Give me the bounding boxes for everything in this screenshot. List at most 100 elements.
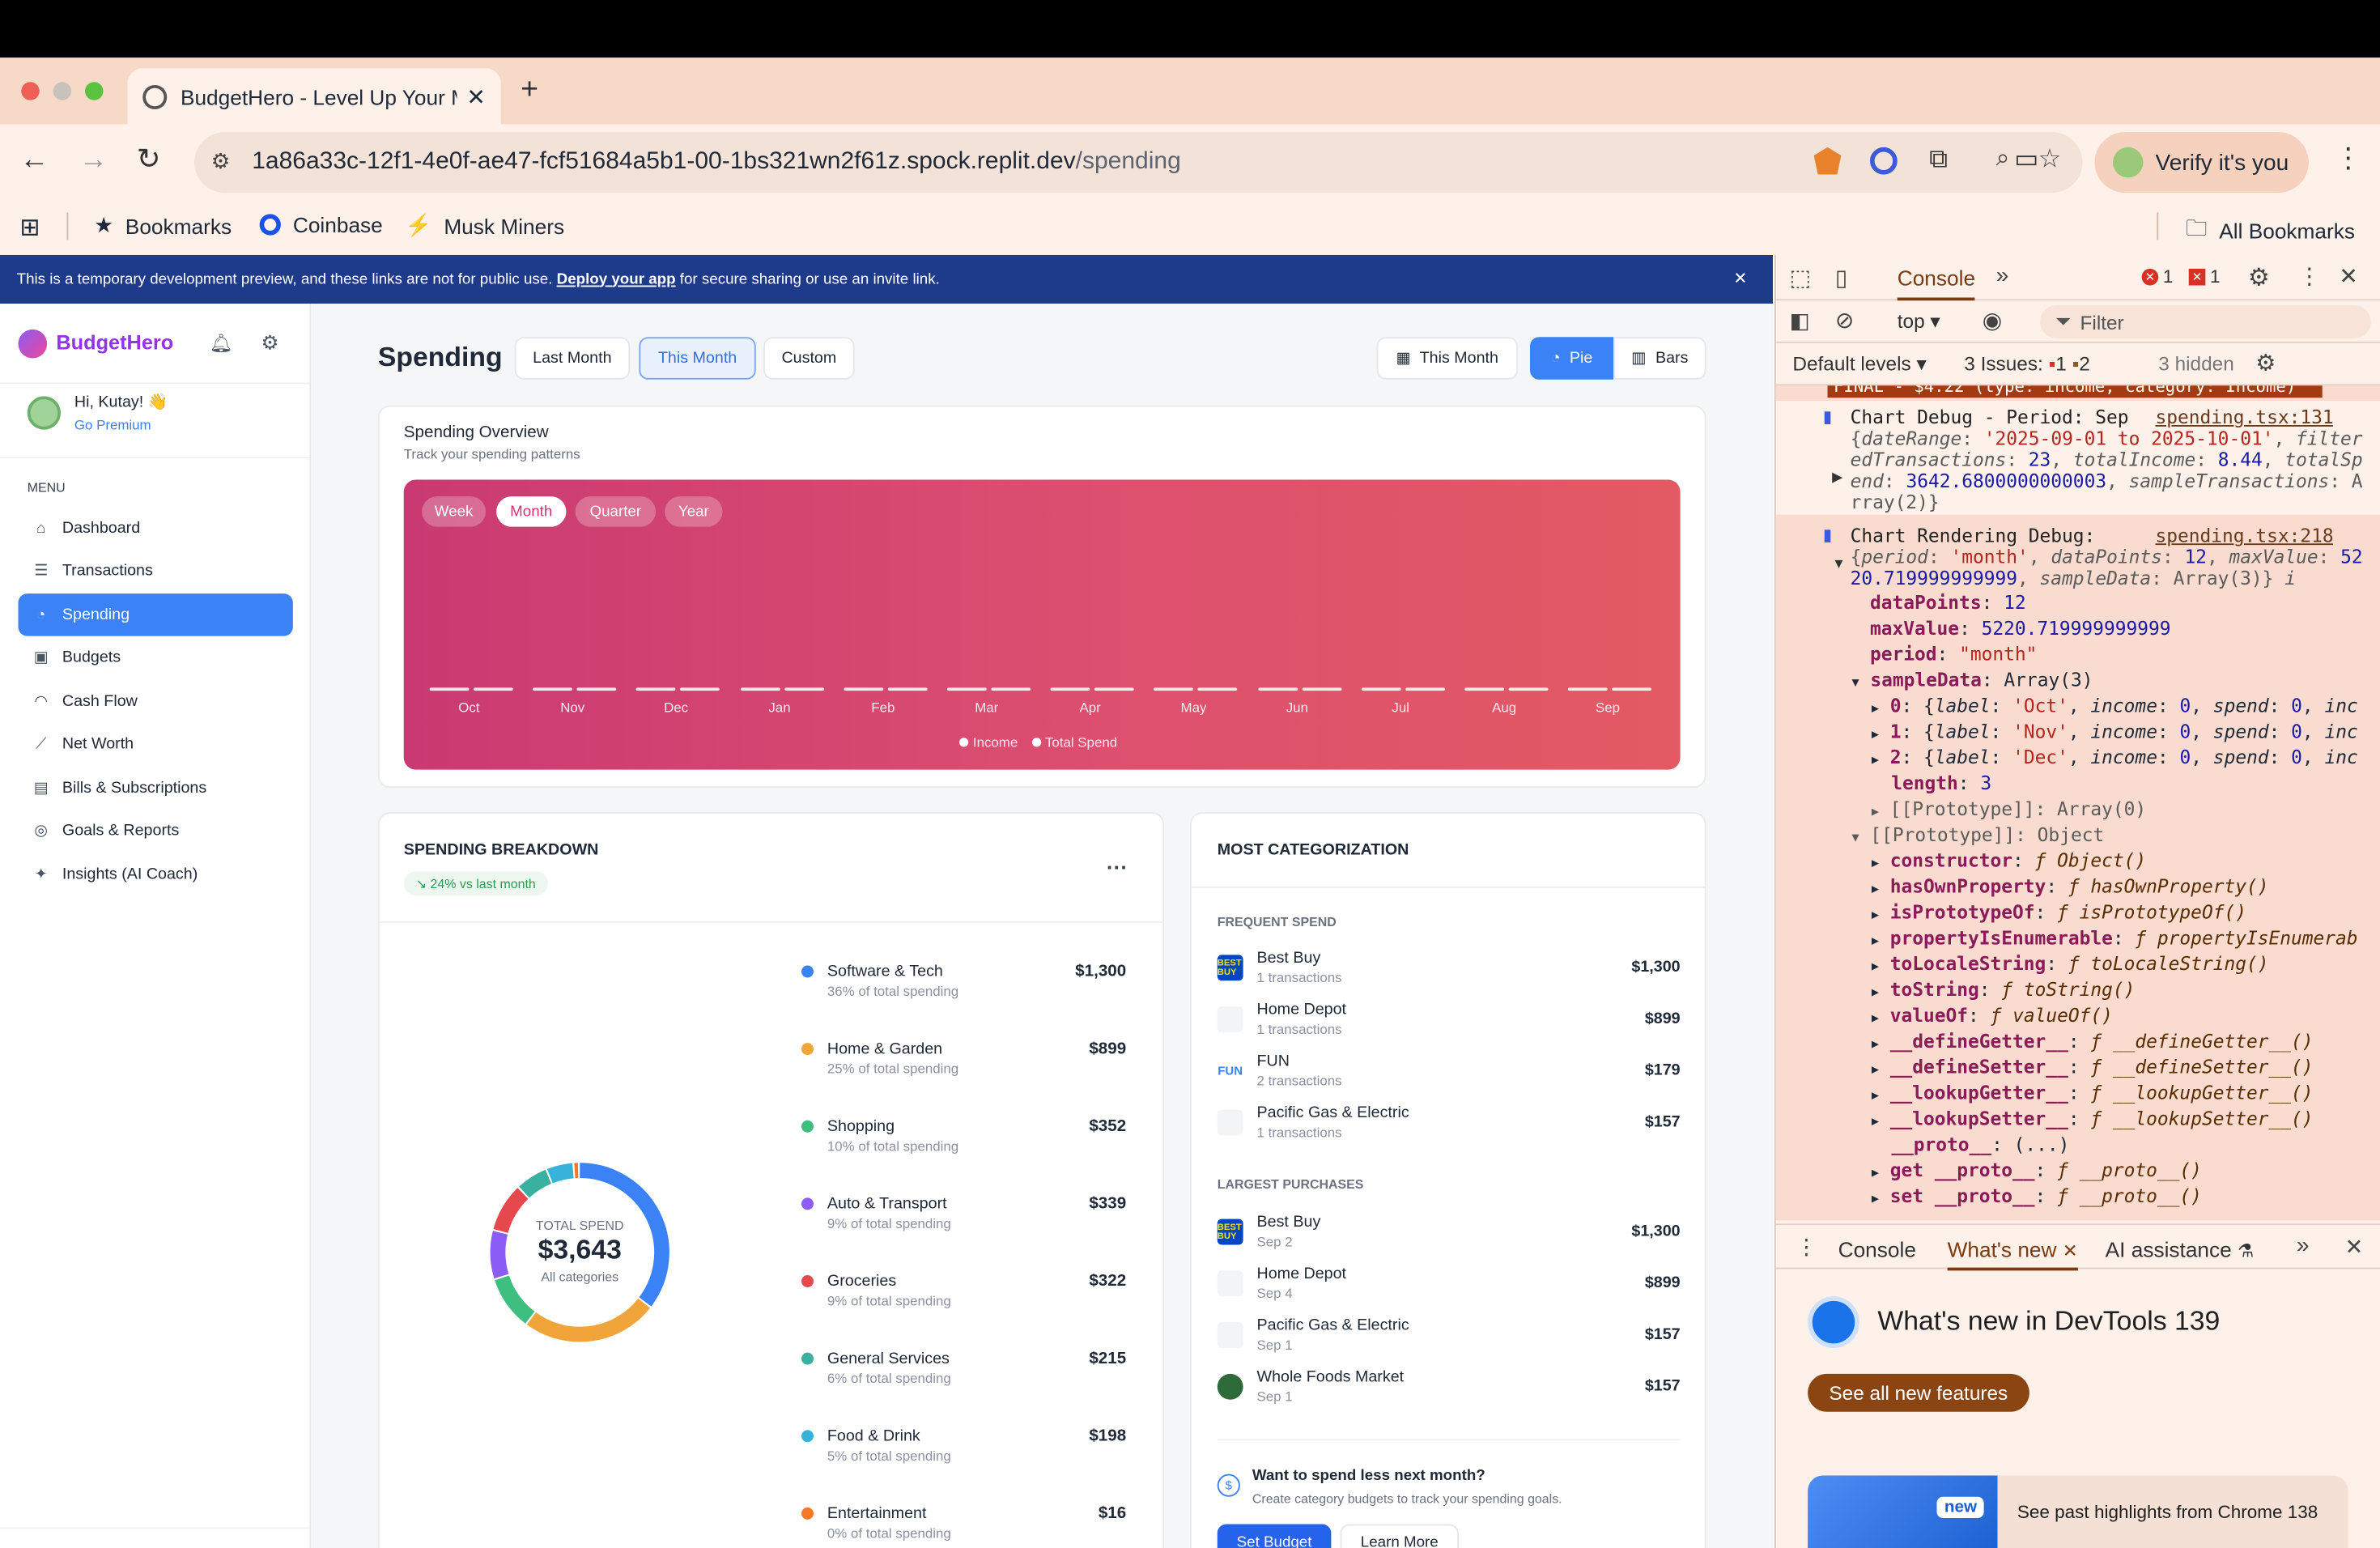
- proto-hasownproperty[interactable]: ▶ hasOwnProperty: ƒ hasOwnProperty(): [1872, 876, 2269, 897]
- browser-tab[interactable]: BudgetHero - Level Up Your M ✕: [127, 68, 501, 125]
- merchant-row[interactable]: Home Depot 1 transactions $899: [1217, 1001, 1681, 1040]
- purchase-row[interactable]: Home Depot Sep 4 $899: [1217, 1265, 1681, 1304]
- bar-income-jul[interactable]: [1361, 687, 1401, 691]
- bar-spend-oct[interactable]: [474, 687, 513, 691]
- bar-income-mar[interactable]: [947, 687, 987, 691]
- list-item[interactable]: Auto & Transport 9% of total spending $339: [801, 1195, 1126, 1235]
- levels-select[interactable]: Default levels ▾: [1792, 352, 1926, 376]
- donut-slice-1[interactable]: [526, 1298, 651, 1342]
- proto-valueof[interactable]: ▶ valueOf: ƒ valueOf(): [1872, 1005, 2113, 1026]
- list-item[interactable]: Software & Tech 36% of total spending $1,3…: [801, 963, 1126, 1002]
- list-item[interactable]: Food & Drink 5% of total spending $198: [801, 1427, 1126, 1467]
- clear-console-icon[interactable]: ⊘: [1835, 307, 1855, 334]
- set-budget-button[interactable]: Set Budget: [1217, 1524, 1332, 1548]
- proto-propertyisenumerable[interactable]: ▶ propertyIsEnumerable: ƒ propertyIsEnum…: [1872, 928, 2373, 949]
- proto-get-proto[interactable]: ▶ get __proto__: ƒ __proto__(): [1872, 1160, 2202, 1181]
- close-tab-icon[interactable]: ✕: [2063, 1240, 2078, 1261]
- array-prototype[interactable]: ▶ [[Prototype]]: Array(0): [1872, 798, 2146, 819]
- address-bar[interactable]: ⚙ 1a86a33c-12f1-4e0f-ae47-fcf51684a5b1-0…: [194, 132, 2083, 194]
- sidebar-item-goals[interactable]: ◎ Goals & Reports: [19, 809, 293, 852]
- bar-spend-sep[interactable]: [1612, 687, 1652, 691]
- sidebar-item-cash-flow[interactable]: ◠ Cash Flow: [19, 680, 293, 723]
- drawer-tab-whats-new[interactable]: What's new ✕: [1947, 1237, 2078, 1271]
- source-link[interactable]: spending.tsx:131: [2156, 407, 2334, 428]
- proto-lookupgetter[interactable]: ▶ __lookupGetter__: ƒ __lookupGetter__(): [1872, 1082, 2314, 1104]
- purchase-row[interactable]: BEST BUY Best Buy Sep 2 $1,300: [1217, 1213, 1681, 1252]
- bar-income-oct[interactable]: [429, 687, 470, 691]
- settings-icon[interactable]: ⚙: [261, 331, 279, 355]
- highlights-card[interactable]: new See past highlights from Chrome 138: [1808, 1475, 2348, 1548]
- star-icon[interactable]: ☆: [2038, 144, 2062, 175]
- go-premium-link[interactable]: Go Premium: [74, 418, 151, 433]
- bar-income-aug[interactable]: [1464, 687, 1505, 691]
- object-prototype[interactable]: ▼ [[Prototype]]: Object: [1852, 824, 2105, 845]
- bar-spend-nov[interactable]: [576, 687, 617, 691]
- drawer-tab-ai[interactable]: AI assistance ⚗: [2106, 1237, 2255, 1261]
- forward-icon[interactable]: →: [79, 144, 108, 177]
- purchase-row[interactable]: Whole Foods Market Sep 1 $157: [1217, 1367, 1681, 1407]
- more-tabs-icon[interactable]: »: [1996, 262, 2009, 288]
- back-icon[interactable]: ←: [19, 144, 49, 177]
- menu-icon[interactable]: ⋮: [2335, 142, 2362, 174]
- bookmark-bookmarks[interactable]: ★ Bookmarks: [94, 213, 232, 239]
- collapse-arrow-icon[interactable]: ▼: [1832, 555, 1846, 571]
- proto-definesetter[interactable]: ▶ __defineSetter__: ƒ __defineSetter__(): [1872, 1057, 2314, 1078]
- sidebar-item-net-worth[interactable]: ⟋ Net Worth: [19, 723, 293, 766]
- merchant-row[interactable]: Pacific Gas & Electric 1 transactions $157: [1217, 1104, 1681, 1143]
- proto-lookupsetter[interactable]: ▶ __lookupSetter__: ƒ __lookupSetter__(): [1872, 1108, 2314, 1129]
- bar-income-apr[interactable]: [1050, 687, 1090, 691]
- maximize-window-button[interactable]: [85, 82, 104, 100]
- bar-spend-mar[interactable]: [991, 687, 1031, 691]
- tab-search-icon[interactable]: ▭: [2014, 144, 2038, 175]
- drawer-more-icon[interactable]: »: [2297, 1233, 2310, 1259]
- bookmark-coinbase[interactable]: Coinbase: [259, 213, 383, 237]
- filter-input[interactable]: ⏷ Filter: [2040, 304, 2371, 339]
- sidebar-item-transactions[interactable]: ☰ Transactions: [19, 550, 293, 593]
- donut-slice-5[interactable]: [519, 1169, 552, 1198]
- deploy-link[interactable]: Deploy your app: [557, 271, 676, 288]
- source-link[interactable]: spending.tsx:218: [2156, 525, 2334, 546]
- close-devtools-icon[interactable]: ✕: [2339, 262, 2358, 290]
- proto-definegetter[interactable]: ▶ __defineGetter__: ƒ __defineGetter__(): [1872, 1031, 2314, 1052]
- list-item[interactable]: Entertainment 0% of total spending $16: [801, 1504, 1126, 1544]
- zoom-icon[interactable]: ⌕: [1996, 146, 2010, 173]
- gear-icon[interactable]: ⚙: [2248, 262, 2270, 293]
- reload-icon[interactable]: ↻: [137, 142, 161, 177]
- tab-close-icon[interactable]: ✕: [466, 83, 486, 110]
- array-item-2[interactable]: ▶ 2: {label: 'Dec', income: 0, spend: 0,…: [1872, 747, 2373, 768]
- proto-tostring[interactable]: ▶ toString: ƒ toString(): [1872, 979, 2136, 1000]
- bar-income-nov[interactable]: [533, 687, 573, 691]
- donut-slice-6[interactable]: [546, 1163, 574, 1184]
- inspect-icon[interactable]: ⬚: [1790, 264, 1812, 291]
- bar-spend-apr[interactable]: [1094, 687, 1134, 691]
- tab-console[interactable]: Console: [1897, 266, 1976, 301]
- context-select[interactable]: top ▾: [1898, 310, 1940, 334]
- extension-icon[interactable]: [1870, 147, 1898, 175]
- kebab-icon[interactable]: ⋮: [2298, 262, 2321, 290]
- close-window-button[interactable]: [21, 82, 40, 100]
- list-item[interactable]: Groceries 9% of total spending $322: [801, 1272, 1126, 1312]
- list-item[interactable]: General Services 6% of total spending $215: [801, 1350, 1126, 1389]
- period-this-month[interactable]: This Month: [639, 337, 756, 380]
- minimize-window-button[interactable]: [53, 82, 72, 100]
- see-all-features-button[interactable]: See all new features: [1808, 1373, 2029, 1412]
- bar-income-sep[interactable]: [1568, 687, 1608, 691]
- drawer-close-icon[interactable]: ✕: [2345, 1234, 2363, 1260]
- more-icon[interactable]: ···: [1107, 855, 1128, 879]
- apps-icon[interactable]: ⊞: [19, 213, 40, 244]
- bar-income-jan[interactable]: [740, 687, 780, 691]
- drawer-tab-console[interactable]: Console: [1838, 1237, 1916, 1261]
- device-toolbar-icon[interactable]: ▯: [1835, 264, 1847, 291]
- console-settings-icon[interactable]: ⚙: [2255, 349, 2276, 376]
- proto-isprototypeof[interactable]: ▶ isPrototypeOf: ƒ isPrototypeOf(): [1872, 902, 2246, 923]
- bar-spend-jan[interactable]: [784, 687, 824, 691]
- proto-constructor[interactable]: ▶ constructor: ƒ Object(): [1872, 850, 2146, 871]
- merchant-row[interactable]: BEST BUY Best Buy 1 transactions $1,300: [1217, 949, 1681, 989]
- bar-spend-may[interactable]: [1198, 687, 1238, 691]
- avatar[interactable]: [27, 396, 61, 430]
- period-custom[interactable]: Custom: [763, 337, 855, 380]
- sidebar-item-insights[interactable]: ✦ Insights (AI Coach): [19, 853, 293, 896]
- puzzle-icon[interactable]: ⧉: [1929, 144, 1948, 175]
- bookmark-musk-miners[interactable]: ⚡ Musk Miners: [406, 213, 564, 239]
- error-count[interactable]: ✕ 1: [2141, 266, 2173, 287]
